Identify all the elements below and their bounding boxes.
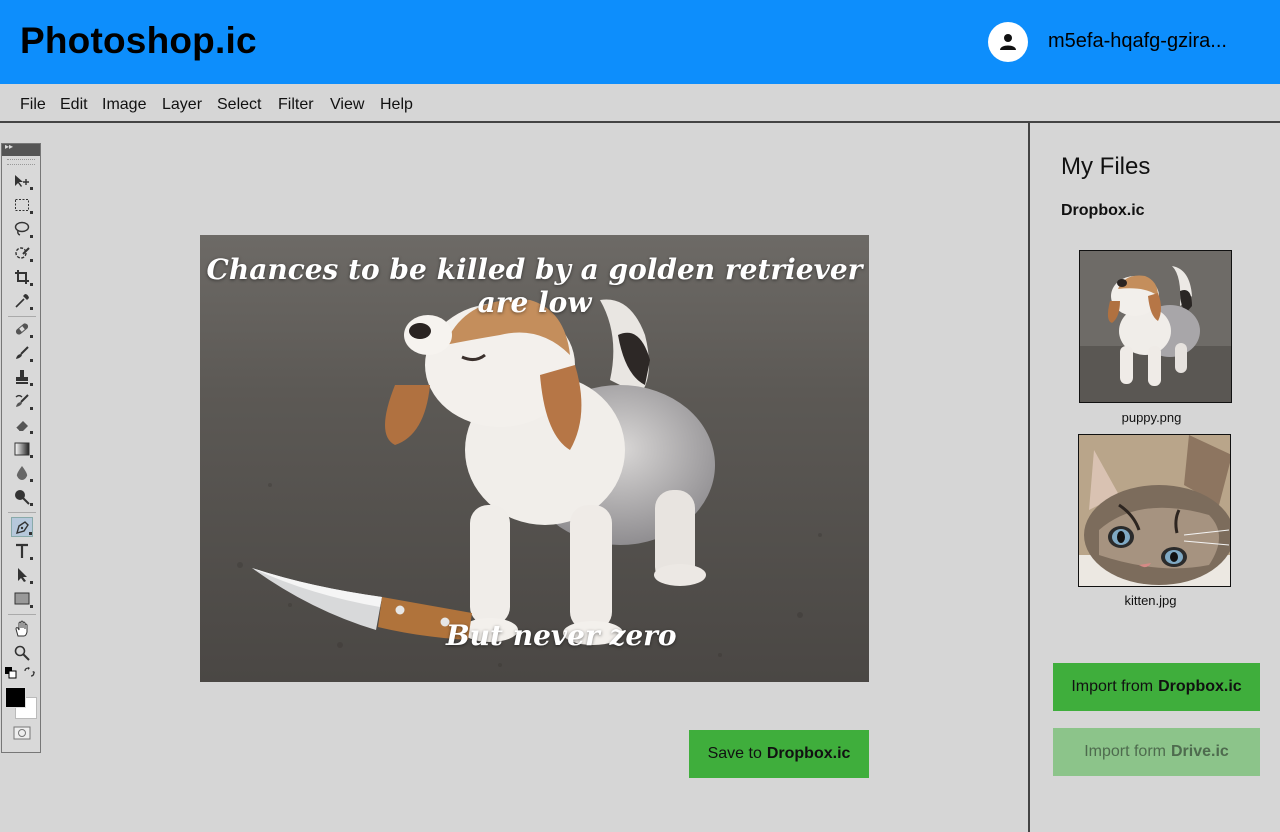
hand-tool-icon[interactable] <box>11 619 33 639</box>
quick-select-tool-icon[interactable] <box>11 243 33 263</box>
tools-palette-header[interactable]: ▸▸ <box>2 142 40 156</box>
menu-filter[interactable]: Filter <box>278 96 314 114</box>
blur-tool-icon[interactable] <box>11 463 33 483</box>
menu-edit[interactable]: Edit <box>60 96 88 114</box>
save-button-prefix: Save to <box>707 745 762 762</box>
menu-layer[interactable]: Layer <box>162 96 202 114</box>
panel-source: Dropbox.ic <box>1061 202 1145 219</box>
tools-separator <box>8 614 36 615</box>
import-from-dropbox-button[interactable]: Import from Dropbox.ic <box>1053 663 1260 711</box>
zoom-tool-icon[interactable] <box>11 643 33 663</box>
save-to-dropbox-button[interactable]: Save to Dropbox.ic <box>689 730 869 778</box>
clone-stamp-tool-icon[interactable] <box>11 367 33 387</box>
menubar: File Edit Image Layer Select Filter View… <box>0 84 1280 123</box>
import-from-drive-button[interactable]: Import form Drive.ic <box>1053 728 1260 776</box>
eyedropper-tool-icon[interactable] <box>11 291 33 311</box>
app-header: Photoshop.ic m5efa-hqafg-gzira... <box>0 0 1280 84</box>
file-name-puppy[interactable]: puppy.png <box>1075 410 1228 425</box>
brush-tool-icon[interactable] <box>11 343 33 363</box>
menu-view[interactable]: View <box>330 96 364 114</box>
eraser-tool-icon[interactable] <box>11 415 33 435</box>
path-selection-tool-icon[interactable] <box>11 565 33 585</box>
tools-separator <box>8 512 36 513</box>
dodge-tool-icon[interactable] <box>11 487 33 507</box>
save-button-service: Dropbox.ic <box>766 745 851 762</box>
puppy-thumbnail-icon <box>1080 251 1231 402</box>
file-thumb-puppy[interactable] <box>1079 250 1232 403</box>
caption-top[interactable]: Chances to be killed by a golden retriev… <box>200 253 869 319</box>
tools-palette: ▸▸ <box>1 142 41 753</box>
pen-tool-icon[interactable] <box>11 517 33 537</box>
swap-colors-icon[interactable] <box>22 666 36 680</box>
tools-separator <box>8 316 36 317</box>
user-avatar-icon[interactable] <box>988 22 1028 62</box>
marquee-tool-icon[interactable] <box>11 195 33 215</box>
type-tool-icon[interactable] <box>11 541 33 561</box>
import-drive-prefix: Import form <box>1084 743 1166 760</box>
default-colors-icon[interactable] <box>4 666 18 680</box>
kitten-thumbnail-icon <box>1079 435 1230 586</box>
menu-help[interactable]: Help <box>380 96 413 114</box>
import-drive-service: Drive.ic <box>1170 743 1229 760</box>
crop-tool-icon[interactable] <box>11 267 33 287</box>
menu-image[interactable]: Image <box>102 96 146 114</box>
file-name-kitten[interactable]: kitten.jpg <box>1074 593 1227 608</box>
menu-select[interactable]: Select <box>217 96 261 114</box>
healing-brush-tool-icon[interactable] <box>11 319 33 339</box>
quick-mask-icon[interactable] <box>11 723 33 743</box>
lasso-tool-icon[interactable] <box>11 219 33 239</box>
file-thumb-kitten[interactable] <box>1078 434 1231 587</box>
panel-divider <box>1028 123 1030 832</box>
image-canvas[interactable]: Chances to be killed by a golden retriev… <box>200 235 869 682</box>
move-tool-icon[interactable] <box>11 171 33 191</box>
import-dropbox-service: Dropbox.ic <box>1158 678 1242 695</box>
panel-title: My Files <box>1061 153 1151 180</box>
menu-file[interactable]: File <box>20 96 46 114</box>
import-dropbox-prefix: Import from <box>1071 678 1154 695</box>
history-brush-tool-icon[interactable] <box>11 391 33 411</box>
gradient-tool-icon[interactable] <box>11 439 33 459</box>
tools-grip[interactable] <box>7 159 35 165</box>
caption-bottom[interactable]: But never zero <box>446 619 677 652</box>
app-title: Photoshop.ic <box>20 20 257 61</box>
foreground-color-swatch[interactable] <box>5 687 26 708</box>
username[interactable]: m5efa-hqafg-gzira... <box>1048 30 1227 53</box>
shape-tool-icon[interactable] <box>11 589 33 609</box>
